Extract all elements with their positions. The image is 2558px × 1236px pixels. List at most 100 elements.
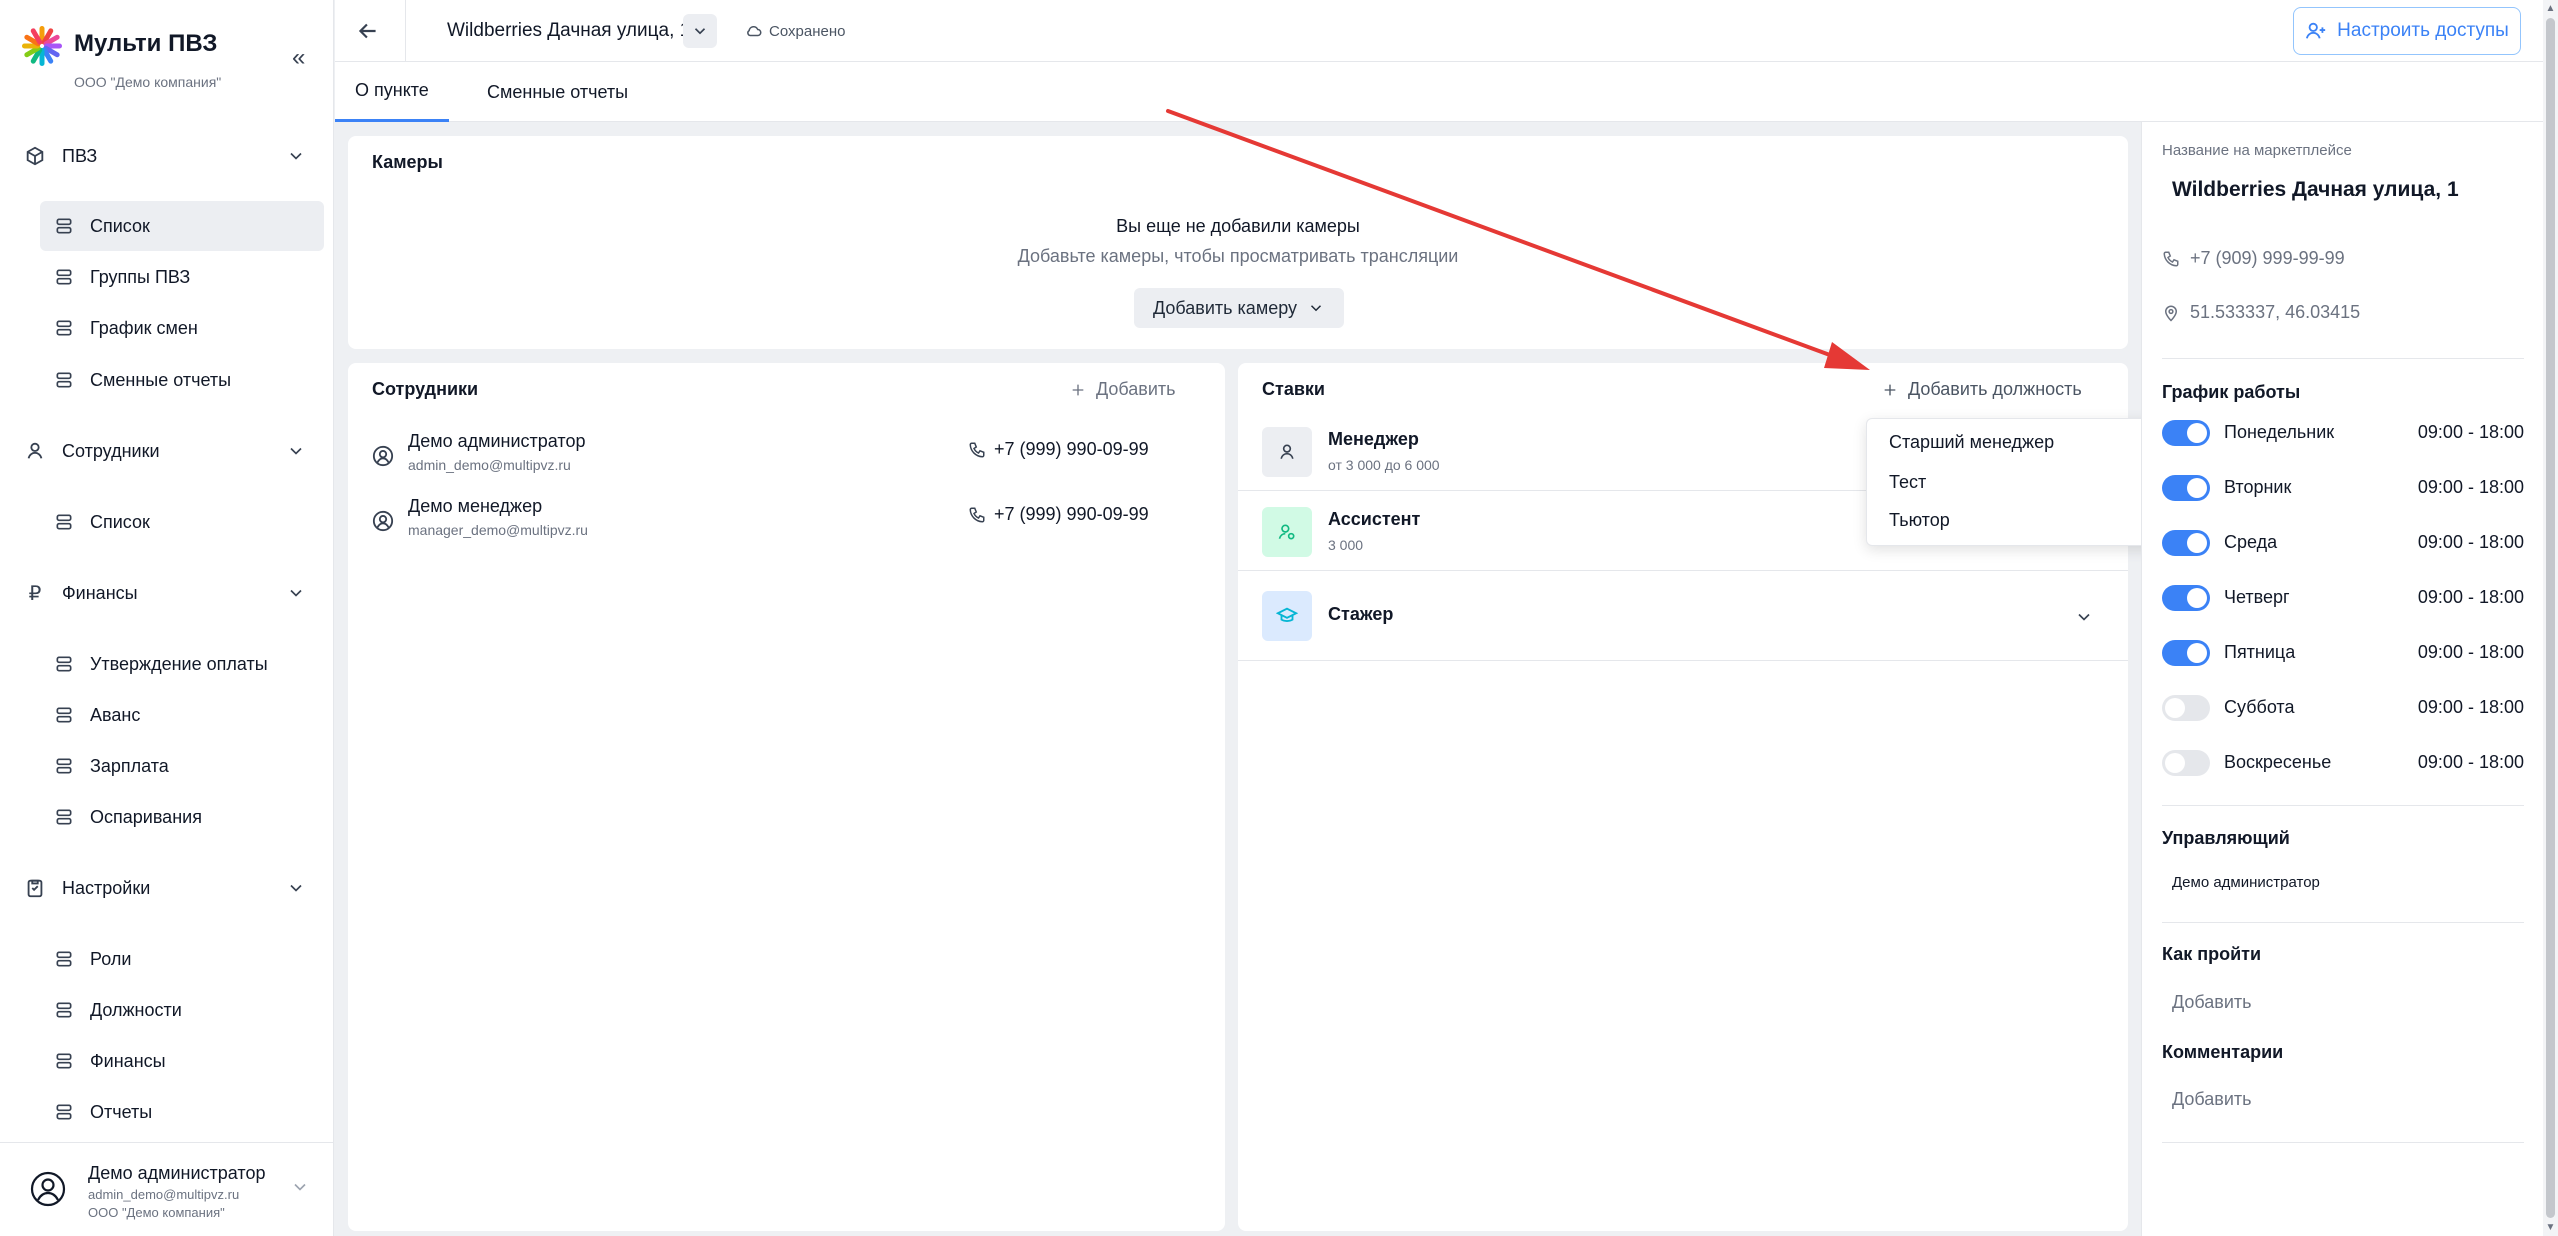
sidebar-item-pvz-list[interactable]: Список [40, 201, 324, 251]
sidebar-item-salary[interactable]: Зарплата [40, 741, 324, 791]
scroll-thumb[interactable] [2546, 18, 2555, 1218]
sidebar-item-label: Оспаривания [90, 806, 202, 827]
nav-section-employees[interactable]: Сотрудники [24, 431, 324, 471]
sidebar-item-payment-approval[interactable]: Утверждение оплаты [40, 639, 324, 689]
back-arrow-icon[interactable] [355, 18, 381, 44]
day-time[interactable]: 09:00 - 18:00 [2418, 532, 2524, 553]
rate-range: 3 000 [1328, 537, 1364, 553]
toggle-knob [2165, 753, 2185, 773]
day-toggle[interactable] [2162, 475, 2210, 501]
configure-access-button[interactable]: Настроить доступы [2293, 7, 2521, 55]
scroll-down-icon[interactable]: ▼ [2545, 1222, 2556, 1233]
avatar [30, 1171, 66, 1207]
employee-name: Демо менеджер [408, 496, 543, 516]
comments-add-button[interactable]: Добавить [2172, 1089, 2252, 1110]
title-dropdown-button[interactable] [683, 14, 717, 48]
sidebar-item-employees-list[interactable]: Список [40, 497, 324, 547]
stack-icon [56, 320, 72, 336]
dropdown-item-label: Тьютор [1889, 509, 1950, 530]
divider [2162, 805, 2524, 806]
person-icon [27, 442, 43, 459]
divider [2162, 358, 2524, 359]
chevron-down-icon[interactable] [2074, 607, 2094, 627]
howto-add-button[interactable]: Добавить [2172, 992, 2252, 1013]
sidebar-item-label: Сменные отчеты [90, 369, 232, 390]
stack-icon [56, 269, 72, 285]
day-name: Суббота [2224, 697, 2295, 717]
nav-section-finance[interactable]: ₽ Финансы [24, 573, 324, 613]
user-circle-icon [372, 510, 394, 532]
schedule-row-saturday: Суббота 09:00 - 18:00 [2162, 687, 2524, 727]
page-scrollbar[interactable]: ▲ ▼ [2543, 0, 2558, 1236]
scroll-up-icon[interactable]: ▲ [2545, 3, 2556, 14]
collapse-sidebar-icon[interactable]: « [292, 44, 305, 72]
sidebar-item-label: График смен [90, 317, 198, 338]
chevron-down-icon [290, 152, 302, 160]
add-employee-button[interactable]: Добавить [1070, 379, 1176, 400]
rate-name: Стажер [1328, 604, 1394, 624]
marketplace-name: Wildberries Дачная улица, 1 [2172, 178, 2459, 201]
day-time[interactable]: 09:00 - 18:00 [2418, 752, 2524, 773]
pvz-coordinates: 51.533337, 46.03415 [2162, 302, 2360, 323]
toggle-knob [2187, 533, 2207, 553]
plus-icon [1072, 384, 1084, 395]
day-toggle[interactable] [2162, 420, 2210, 446]
tab-label: Сменные отчеты [487, 81, 629, 102]
sidebar-item-shift-reports[interactable]: Сменные отчеты [40, 355, 324, 405]
employee-phone[interactable]: +7 (999) 990-09-99 [968, 504, 1149, 525]
table-row[interactable]: Демо администратор admin_demo@multipvz.r… [372, 427, 1202, 487]
list-item[interactable]: Стажер [1238, 571, 2128, 661]
sidebar-item-settings-finance[interactable]: Финансы [40, 1036, 324, 1086]
sidebar-item-label: Должности [90, 999, 182, 1020]
tab-shift-reports[interactable]: Сменные отчеты [467, 62, 648, 122]
employee-phone-text: +7 (999) 990-09-99 [994, 439, 1149, 459]
day-toggle[interactable] [2162, 750, 2210, 776]
sidebar-item-disputes[interactable]: Оспаривания [40, 792, 324, 842]
chevron-down-icon [694, 28, 706, 35]
day-name: Воскресенье [2224, 752, 2332, 772]
tab-about[interactable]: О пункте [335, 62, 449, 122]
user-profile[interactable]: Демо администратор admin_demo@multipvz.r… [0, 1142, 334, 1236]
schedule-row-thursday: Четверг 09:00 - 18:00 [2162, 577, 2524, 617]
sidebar-item-positions[interactable]: Должности [40, 985, 324, 1035]
nav-section-pvz[interactable]: ПВЗ [24, 136, 324, 176]
toggle-knob [2187, 643, 2207, 663]
sidebar-item-roles[interactable]: Роли [40, 934, 324, 984]
stack-icon [56, 707, 72, 723]
top-header: Wildberries Дачная улица, 1 Сохранено На… [335, 0, 2543, 62]
phone-icon [969, 442, 985, 458]
chevron-down-icon [290, 447, 302, 455]
person-icon [1280, 444, 1294, 459]
user-name: Демо администратор [88, 1163, 266, 1183]
rate-name: Менеджер [1328, 429, 1419, 449]
day-time[interactable]: 09:00 - 18:00 [2418, 587, 2524, 608]
manager-name[interactable]: Демо администратор [2172, 874, 2320, 891]
rates-title: Ставки [1262, 379, 1325, 399]
configure-access-label: Настроить доступы [2337, 20, 2509, 41]
day-time[interactable]: 09:00 - 18:00 [2418, 697, 2524, 718]
table-row[interactable]: Демо менеджер manager_demo@multipvz.ru +… [372, 492, 1202, 552]
stack-icon [56, 218, 72, 234]
logo-icon [22, 26, 62, 66]
employees-title: Сотрудники [372, 379, 479, 399]
day-toggle[interactable] [2162, 695, 2210, 721]
stack-icon [56, 656, 72, 672]
ruble-icon: ₽ [28, 582, 42, 605]
day-toggle[interactable] [2162, 640, 2210, 666]
add-position-button[interactable]: Добавить должность [1882, 379, 2082, 400]
day-time[interactable]: 09:00 - 18:00 [2418, 477, 2524, 498]
day-time[interactable]: 09:00 - 18:00 [2418, 642, 2524, 663]
sidebar-item-advance[interactable]: Аванс [40, 690, 324, 740]
sidebar-item-pvz-groups[interactable]: Группы ПВЗ [40, 252, 324, 302]
day-name: Пятница [2224, 642, 2296, 662]
sidebar-item-reports[interactable]: Отчеты [40, 1087, 324, 1137]
add-camera-button[interactable]: Добавить камеру [1134, 288, 1344, 328]
day-time[interactable]: 09:00 - 18:00 [2418, 422, 2524, 443]
day-toggle[interactable] [2162, 585, 2210, 611]
employee-phone[interactable]: +7 (999) 990-09-99 [968, 439, 1149, 460]
sidebar-item-shift-schedule[interactable]: График смен [40, 303, 324, 353]
day-toggle[interactable] [2162, 530, 2210, 556]
divider [2162, 1142, 2524, 1143]
phone-icon [2163, 251, 2179, 267]
nav-section-settings[interactable]: Настройки [24, 868, 324, 908]
